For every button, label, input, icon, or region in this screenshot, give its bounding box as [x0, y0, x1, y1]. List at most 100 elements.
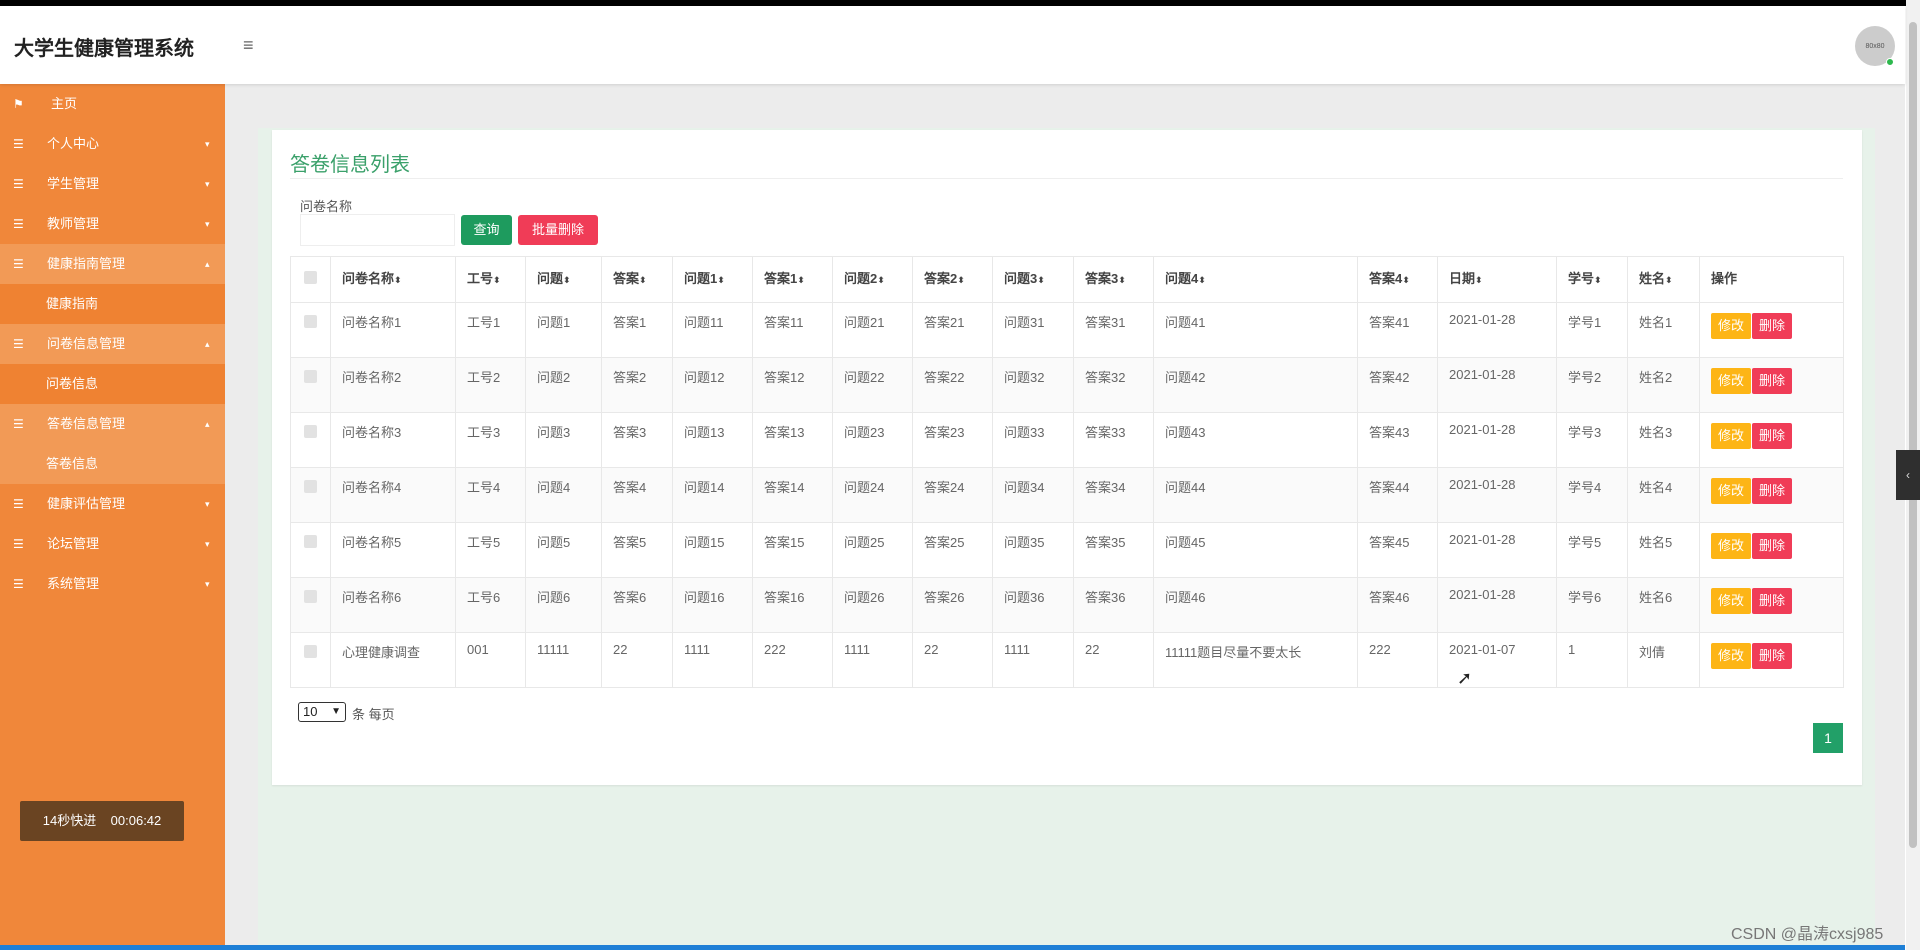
delete-button[interactable]: 删除 [1752, 368, 1793, 394]
column-header[interactable]: 问题1⬍ [672, 256, 753, 303]
list-icon: ☰ [13, 537, 24, 551]
delete-button[interactable]: 删除 [1752, 643, 1793, 669]
sidebar-item-label: 教师管理 [47, 216, 100, 231]
row-checkbox[interactable] [304, 590, 317, 603]
scrollbar-thumb[interactable] [1909, 22, 1917, 848]
sidebar-item-answer-mgmt[interactable]: ☰ 答卷信息管理 ▴ [0, 404, 225, 444]
column-header[interactable]: 工号⬍ [455, 256, 526, 303]
query-button[interactable]: 查询 [461, 215, 512, 245]
edit-button[interactable]: 修改 [1711, 313, 1752, 339]
collapse-panel-tab[interactable]: ‹ [1896, 450, 1920, 500]
table-cell: 答案41 [1357, 302, 1438, 358]
column-header[interactable]: 答案2⬍ [912, 256, 993, 303]
sidebar-item-personal[interactable]: ☰ 个人中心 ▾ [0, 124, 225, 164]
column-header[interactable]: 问题3⬍ [992, 256, 1074, 303]
edit-button[interactable]: 修改 [1711, 368, 1752, 394]
column-header[interactable]: 答案3⬍ [1073, 256, 1154, 303]
column-header[interactable]: 问题4⬍ [1153, 256, 1358, 303]
fast-forward-timer[interactable]: 14秒快进 00:06:42 [20, 801, 184, 841]
delete-button[interactable]: 删除 [1752, 533, 1793, 559]
delete-button[interactable]: 删除 [1752, 478, 1793, 504]
actions-cell: 修改 删除 [1699, 357, 1844, 413]
row-checkbox[interactable] [304, 480, 317, 493]
sidebar-subitem-questionnaire[interactable]: 问卷信息 [0, 364, 225, 404]
chevron-up-icon: ▴ [205, 259, 210, 269]
edit-button[interactable]: 修改 [1711, 533, 1752, 559]
sidebar-item-assessment[interactable]: ☰ 健康评估管理 ▾ [0, 484, 225, 524]
row-checkbox[interactable] [304, 645, 317, 658]
row-checkbox[interactable] [304, 315, 317, 328]
header-label: 问题3 [1004, 271, 1038, 286]
sort-icon: ⬍ [877, 275, 885, 285]
table-cell: 问题13 [672, 412, 753, 468]
table-cell: 答案1 [601, 302, 673, 358]
row-checkbox[interactable] [304, 425, 317, 438]
column-header[interactable]: 答案4⬍ [1357, 256, 1438, 303]
header-label: 答案3 [1085, 271, 1119, 286]
row-checkbox-cell [290, 357, 331, 413]
edit-button[interactable]: 修改 [1711, 478, 1752, 504]
table-cell: 姓名1 [1627, 302, 1700, 358]
sidebar-item-questionnaire-mgmt[interactable]: ☰ 问卷信息管理 ▴ [0, 324, 225, 364]
table-cell: 1111 [992, 632, 1074, 688]
sidebar-item-system[interactable]: ☰ 系统管理 ▾ [0, 564, 225, 604]
column-header[interactable]: 日期⬍ [1437, 256, 1557, 303]
column-header[interactable]: 姓名⬍ [1627, 256, 1700, 303]
list-icon: ☰ [13, 177, 24, 191]
table-cell: 问题21 [832, 302, 913, 358]
table-cell: 学号1 [1556, 302, 1628, 358]
column-header[interactable]: 问题⬍ [525, 256, 602, 303]
table-cell: 工号1 [455, 302, 526, 358]
search-input[interactable] [300, 214, 455, 246]
delete-button[interactable]: 删除 [1752, 423, 1793, 449]
sidebar-item-teachers[interactable]: ☰ 教师管理 ▾ [0, 204, 225, 244]
table-cell: 222 [752, 632, 833, 688]
menu-toggle-icon[interactable]: ≡ [243, 36, 261, 54]
header-label: 操作 [1711, 271, 1738, 286]
column-header[interactable]: 答案1⬍ [752, 256, 833, 303]
table-cell: 答案33 [1073, 412, 1154, 468]
column-header[interactable]: 问题2⬍ [832, 256, 913, 303]
actions-cell: 修改 删除 [1699, 632, 1844, 688]
sidebar-subitem-guide[interactable]: 健康指南 [0, 284, 225, 324]
delete-button[interactable]: 删除 [1752, 313, 1793, 339]
page-button-1[interactable]: 1 [1813, 723, 1843, 753]
sidebar-item-home[interactable]: ⚑ 主页 [0, 84, 225, 124]
list-icon: ☰ [13, 417, 24, 431]
table-cell: 学号5 [1556, 522, 1628, 578]
table-cell: 22 [601, 632, 673, 688]
delete-button[interactable]: 删除 [1752, 588, 1793, 614]
timer-label: 14秒快进 [42, 813, 97, 828]
table-cell: 问题35 [992, 522, 1074, 578]
select-all-checkbox[interactable] [304, 271, 317, 284]
table-cell: 问题6 [525, 577, 602, 633]
header-label: 答案2 [924, 271, 958, 286]
batch-delete-button[interactable]: 批量删除 [518, 215, 598, 245]
chevron-down-icon: ▾ [205, 139, 210, 149]
column-header[interactable]: 答案⬍ [601, 256, 673, 303]
table-header-row: 问卷名称⬍ 工号⬍ 问题⬍ 答案⬍ 问题1⬍ 答案1⬍ 问题2⬍ 答案2⬍ 问题… [290, 256, 1844, 303]
table-cell: 答案14 [752, 467, 833, 523]
row-checkbox[interactable] [304, 535, 317, 548]
edit-button[interactable]: 修改 [1711, 643, 1752, 669]
edit-button[interactable]: 修改 [1711, 423, 1752, 449]
sidebar-item-forum[interactable]: ☰ 论坛管理 ▾ [0, 524, 225, 564]
row-checkbox[interactable] [304, 370, 317, 383]
page-size-select[interactable]: 10 ▼ [298, 702, 346, 722]
table-cell: 心理健康调查 [330, 632, 456, 688]
sidebar-item-label: 健康指南管理 [47, 256, 126, 271]
sidebar-subitem-answer[interactable]: 答卷信息 [0, 444, 225, 484]
table-cell: 姓名3 [1627, 412, 1700, 468]
header-label: 日期 [1449, 271, 1476, 286]
table-cell: 001 [455, 632, 526, 688]
sidebar-item-label: 问卷信息 [46, 376, 99, 391]
column-header[interactable]: 问卷名称⬍ [330, 256, 456, 303]
sidebar-item-guide-mgmt[interactable]: ☰ 健康指南管理 ▴ [0, 244, 225, 284]
column-header[interactable]: 学号⬍ [1556, 256, 1628, 303]
top-header: 大学生健康管理系统 ≡ 80x80 [0, 6, 1905, 84]
table-cell: 姓名5 [1627, 522, 1700, 578]
chevron-down-icon: ▾ [205, 579, 210, 589]
sidebar-item-students[interactable]: ☰ 学生管理 ▾ [0, 164, 225, 204]
edit-button[interactable]: 修改 [1711, 588, 1752, 614]
table-cell: 1111 [832, 632, 913, 688]
